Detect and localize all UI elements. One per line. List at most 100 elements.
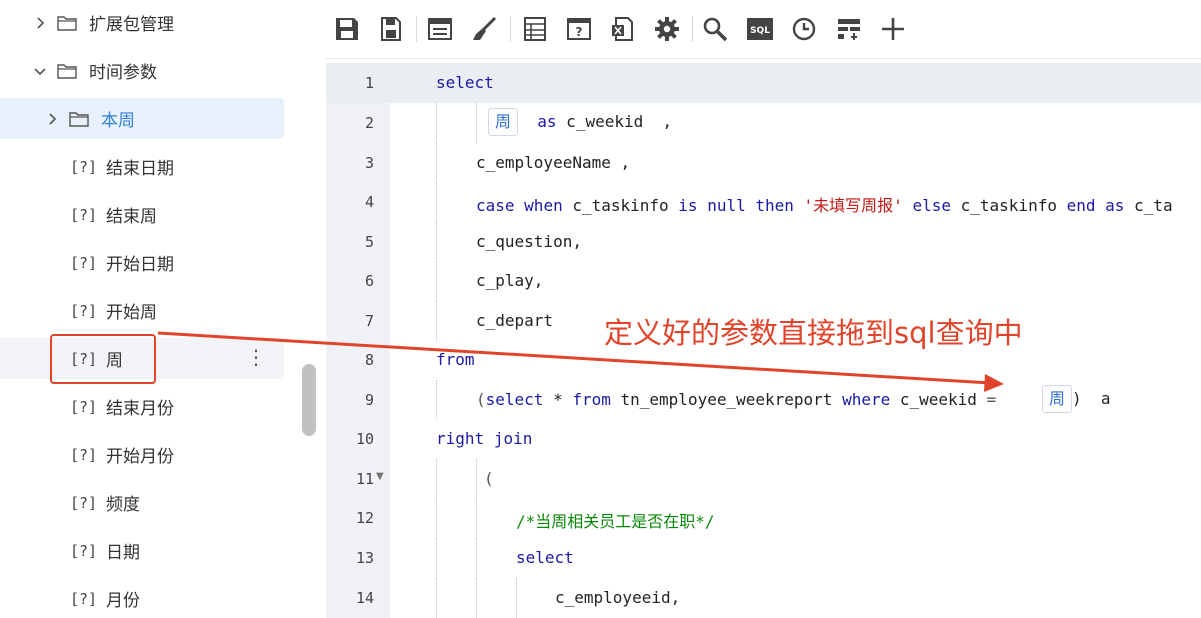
indent-guide (476, 459, 477, 499)
code-line[interactable]: 11 ▼ ( (326, 459, 1201, 499)
code-text: c_employeeid, (555, 588, 681, 607)
indent-guide (436, 459, 437, 499)
code-line[interactable]: 3 c_employeeName , (326, 143, 1201, 183)
param-button[interactable]: ? (564, 14, 594, 44)
toolbar-separator (510, 16, 511, 42)
param-icon: [?] (70, 205, 98, 224)
svg-text:?: ? (576, 25, 583, 39)
fold-arrow-icon[interactable]: ▼ (376, 471, 384, 482)
param-icon: [?] (70, 445, 98, 464)
search-button[interactable] (700, 14, 730, 44)
indent-guide (476, 538, 477, 578)
layout-icon (428, 18, 452, 40)
chevron-right-icon[interactable] (33, 16, 47, 30)
tree-item-label: 扩展包管理 (89, 15, 174, 35)
code-text: ( (484, 469, 494, 488)
param-chip-week[interactable]: 周 (1042, 385, 1073, 413)
flow-icon (838, 19, 860, 40)
tree-item-param[interactable]: [?] 结束日期 (0, 146, 284, 187)
settings-button[interactable] (652, 14, 682, 44)
code-line[interactable]: 14 c_employeeid, (326, 578, 1201, 618)
code-line[interactable]: 12 /*当周相关员工是否在职*/ (326, 498, 1201, 538)
code-line[interactable]: 2 周 as c_weekid , (326, 103, 1201, 143)
chevron-down-icon[interactable] (33, 64, 47, 78)
tree-item-time-params[interactable]: 时间参数 (0, 50, 284, 91)
indent-guide (436, 182, 437, 222)
more-vertical-icon[interactable]: ⋮ (246, 347, 266, 367)
annotation-text: 定义好的参数直接拖到sql查询中 (604, 316, 1023, 350)
code-line[interactable]: 13 select (326, 538, 1201, 578)
tree-item-label: 开始日期 (106, 255, 174, 275)
tree-item-this-week[interactable]: 本周 (0, 98, 284, 139)
indent-guide (476, 578, 477, 618)
param-icon: [?] (70, 157, 98, 176)
line-number: 14 (355, 589, 374, 607)
tree-item-param[interactable]: [?] 月份 (0, 578, 284, 618)
line-number: 3 (364, 154, 374, 172)
tree-item-param[interactable]: [?] 开始周 (0, 290, 284, 331)
layout-button[interactable] (425, 14, 455, 44)
indent-guide (436, 143, 437, 183)
history-button[interactable] (789, 14, 819, 44)
add-button[interactable] (878, 14, 908, 44)
tree-item-param[interactable]: [?] 结束周 (0, 194, 284, 235)
chevron-right-icon[interactable] (45, 112, 59, 126)
line-number: 2 (364, 114, 374, 132)
code-line[interactable]: 5 c_question, (326, 222, 1201, 262)
tree-scrollbar[interactable] (302, 364, 316, 436)
tree-item-param[interactable]: [?] 开始日期 (0, 242, 284, 283)
tree-item-label: 结束日期 (106, 159, 174, 179)
param-icon: [?] (70, 301, 98, 320)
indent-guide (436, 498, 437, 538)
save-as-button[interactable] (376, 14, 406, 44)
code-text: case when c_taskinfo is null then '未填写周报… (476, 196, 1173, 215)
tree-item-param[interactable]: [?] 结束月份 (0, 386, 284, 427)
excel-button[interactable] (608, 14, 638, 44)
param-icon: [?] (70, 589, 98, 608)
tree-item-param[interactable]: [?] 日期 (0, 530, 284, 571)
folder-icon (57, 15, 77, 31)
flow-button[interactable] (834, 14, 864, 44)
folder-icon (69, 111, 89, 127)
brush-icon (473, 16, 497, 40)
clock-icon (792, 17, 816, 41)
tree-item-extension-packages[interactable]: 扩展包管理 (0, 2, 284, 43)
code-line[interactable]: 10 right join (326, 419, 1201, 459)
param-chip-week[interactable]: 周 (488, 108, 519, 136)
tree-item-param[interactable]: [?] 频度 (0, 482, 284, 523)
tree-item-label: 结束月份 (106, 399, 174, 419)
code-line[interactable]: 1 select (326, 63, 1201, 103)
plus-icon (882, 18, 904, 40)
code-line[interactable]: 4 case when c_taskinfo is null then '未填写… (326, 182, 1201, 222)
code-line[interactable]: 9 (select * from tn_employee_weekreport … (326, 380, 1201, 420)
excel-icon (612, 17, 633, 41)
brush-button[interactable] (469, 14, 499, 44)
code-text: 周 as c_weekid , (488, 108, 672, 136)
editor-toolbar: ? SQL (326, 0, 1201, 59)
tree-item-label: 日期 (106, 543, 140, 563)
code-text: c_play, (476, 271, 544, 290)
sql-icon: SQL (747, 18, 773, 40)
param-icon: [?] (70, 397, 98, 416)
indent-guide (436, 261, 437, 301)
sql-label: SQL (750, 26, 770, 36)
indent-guide (436, 103, 437, 143)
indent-guide (436, 301, 437, 341)
tree-item-label: 时间参数 (89, 63, 157, 83)
tree-item-param[interactable]: [?] 开始月份 (0, 434, 284, 475)
table-icon (524, 17, 546, 41)
sql-button[interactable]: SQL (745, 14, 775, 44)
indent-guide (436, 538, 437, 578)
line-number: 11 (355, 470, 374, 488)
line-number: 10 (355, 430, 374, 448)
toolbar-separator (692, 16, 693, 42)
param-icon: ? (567, 18, 591, 40)
code-line[interactable]: 6 c_play, (326, 261, 1201, 301)
code-text: select (436, 73, 494, 92)
save-button[interactable] (332, 14, 362, 44)
save-as-icon (381, 17, 401, 41)
code-text: c_depart (476, 311, 554, 330)
tree-item-label: 结束周 (106, 207, 157, 227)
search-icon (703, 17, 728, 42)
table-button[interactable] (520, 14, 550, 44)
